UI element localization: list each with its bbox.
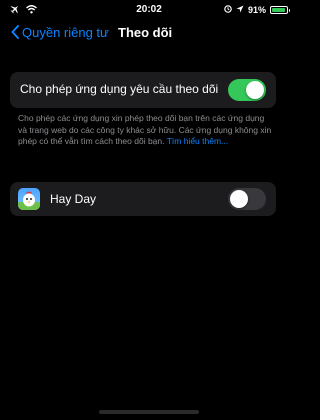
- back-button[interactable]: Quyền riêng tư: [10, 24, 109, 40]
- tracking-footnote: Cho phép các ứng dụng xin phép theo dõi …: [18, 113, 272, 148]
- battery-percent: 91%: [247, 4, 266, 15]
- page-title: Theo dõi: [118, 25, 173, 40]
- hay-day-app-icon: [18, 188, 40, 210]
- chevron-left-icon: [10, 24, 20, 40]
- battery-icon: [270, 5, 290, 14]
- status-bar: 20:02 91%: [0, 0, 298, 20]
- location-icon: [236, 5, 244, 15]
- back-button-label: Quyền riêng tư: [22, 24, 109, 40]
- app-name: Hay Day: [50, 192, 97, 206]
- allow-tracking-label: Cho phép ứng dụng yêu cầu theo dõi: [20, 82, 219, 96]
- allow-tracking-row: Cho phép ứng dụng yêu cầu theo dõi: [10, 72, 276, 108]
- toggle-knob: [246, 81, 264, 99]
- alarm-icon: [224, 4, 232, 15]
- app-tracking-toggle[interactable]: [228, 188, 266, 210]
- allow-tracking-toggle[interactable]: [228, 79, 266, 101]
- learn-more-link[interactable]: Tìm hiểu thêm...: [167, 136, 228, 146]
- app-row-hay-day: Hay Day: [10, 182, 276, 216]
- navigation-bar: Quyền riêng tư Theo dõi: [0, 20, 298, 46]
- home-indicator: [99, 410, 199, 414]
- footnote-text: Cho phép các ứng dụng xin phép theo dõi …: [18, 113, 272, 146]
- status-right-icons: 91%: [224, 4, 290, 15]
- toggle-knob: [230, 190, 248, 208]
- battery-level-fill: [272, 7, 285, 12]
